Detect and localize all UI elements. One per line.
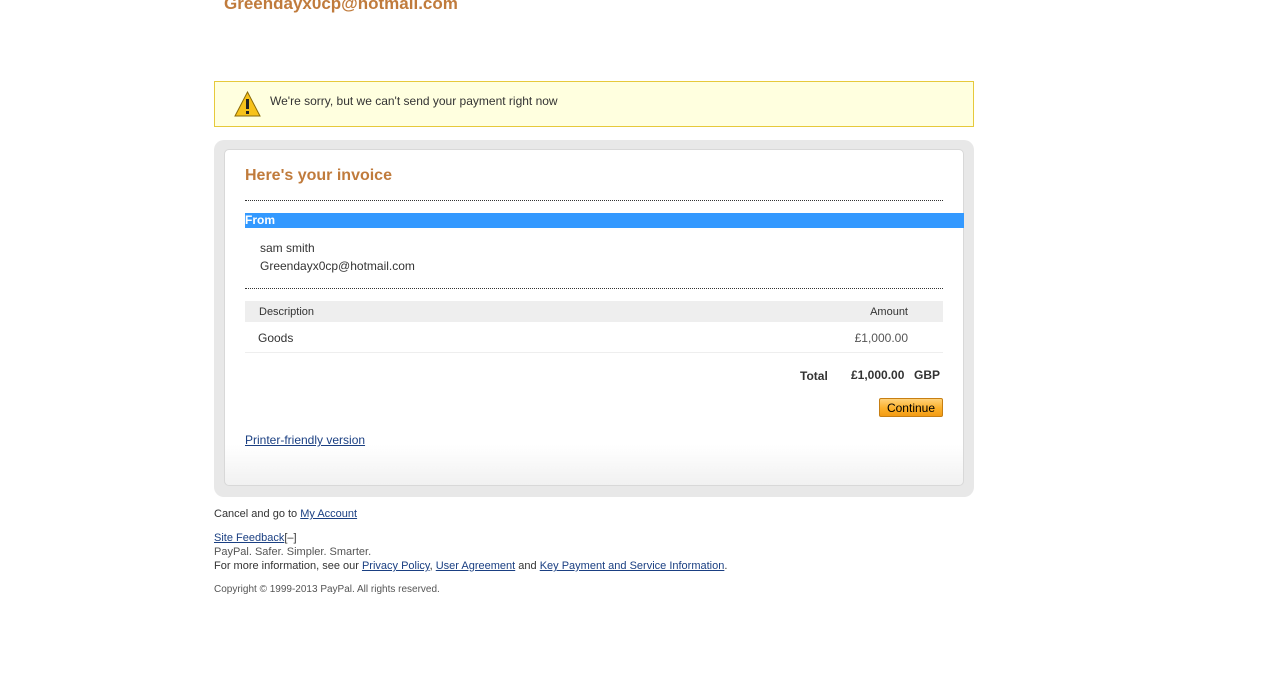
column-amount: Amount [870, 306, 908, 318]
total-amount: £1,000.00 [851, 368, 905, 382]
from-name: sam smith [260, 241, 315, 255]
item-amount: £1,000.00 [854, 331, 908, 345]
divider [245, 288, 943, 289]
invoice-panel: Here's your invoice From sam smith Green… [214, 140, 974, 497]
site-feedback-link[interactable]: Site Feedback [214, 532, 284, 544]
total-currency: GBP [914, 368, 941, 382]
table-row: Goods £1,000.00 [245, 322, 943, 353]
cancel-text: Cancel and go to [214, 508, 298, 520]
period: . [724, 560, 728, 572]
invoice-title: Here's your invoice [245, 167, 392, 184]
from-email: Greendayx0cp@hotmail.com [260, 259, 415, 273]
copyright: Copyright © 1999-2013 PayPal. All rights… [214, 584, 440, 595]
merchant-email: Greendayx0cp@hotmail.com [224, 0, 458, 13]
column-description: Description [259, 306, 315, 318]
feedback-line: Site Feedback[–] [214, 532, 297, 544]
feedback-collapse-toggle[interactable]: [–] [284, 532, 296, 544]
item-description: Goods [258, 331, 294, 345]
more-info-text: For more information, see our [214, 560, 359, 572]
invoice-card: Here's your invoice From sam smith Green… [224, 149, 964, 486]
alert-message: We're sorry, but we can't send your paym… [270, 94, 558, 108]
separator: , [429, 560, 433, 572]
user-agreement-link[interactable]: User Agreement [436, 560, 515, 572]
items-table-header: Description Amount [245, 301, 943, 322]
key-payment-info-link[interactable]: Key Payment and Service Information [540, 560, 725, 572]
tagline: PayPal. Safer. Simpler. Smarter. [214, 546, 372, 558]
error-alert: We're sorry, but we can't send your paym… [214, 81, 974, 127]
privacy-policy-link[interactable]: Privacy Policy [362, 560, 430, 572]
my-account-link[interactable]: My Account [300, 508, 357, 520]
divider [245, 200, 943, 201]
total-label: Total [800, 369, 828, 383]
continue-button[interactable]: Continue [879, 398, 943, 417]
and-text: and [518, 560, 537, 572]
warning-icon [234, 91, 261, 117]
cancel-line: Cancel and go to My Account [214, 508, 357, 520]
from-section-header: From [245, 213, 964, 228]
printer-friendly-link[interactable]: Printer-friendly version [245, 433, 365, 447]
legal-line: For more information, see our Privacy Po… [214, 560, 727, 572]
